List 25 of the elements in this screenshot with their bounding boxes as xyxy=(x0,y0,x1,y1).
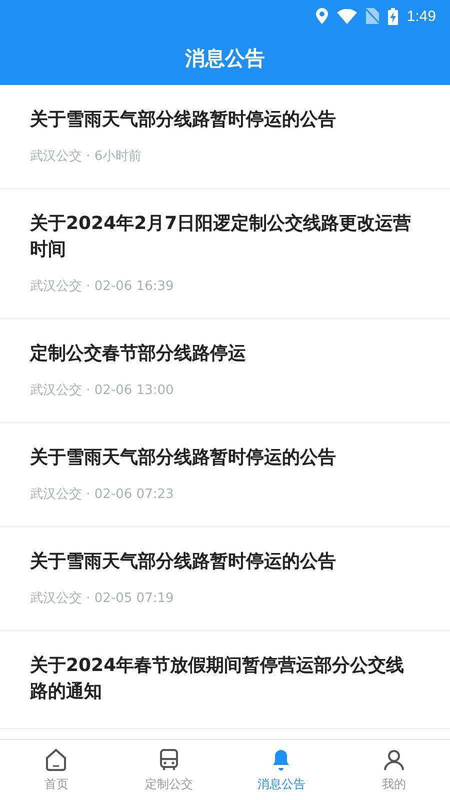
home-icon xyxy=(44,748,68,772)
notice-meta: 武汉公交 · 02-06 16:39 xyxy=(30,278,175,295)
no-sim-icon xyxy=(366,8,379,24)
notice-title: 关于雪雨天气部分线路暂时停运的公告 xyxy=(30,446,337,470)
wifi-icon xyxy=(336,8,357,24)
notice-meta: 武汉公交 · 02-05 07:19 xyxy=(30,590,175,607)
location-icon xyxy=(316,8,328,24)
notice-item[interactable]: 关于雪雨天气部分线路暂时停运的公告 武汉公交 · 02-05 07:19 xyxy=(0,527,450,631)
notice-meta: 武汉公交 · 6小时前 xyxy=(30,148,143,165)
notice-title: 关于2024年2月7日阳逻定制公交线路更改运营时间 xyxy=(30,212,412,262)
user-icon xyxy=(382,748,406,772)
clock-time: 1:49 xyxy=(406,8,436,24)
notice-item[interactable]: 定制公交春节部分线路停运 武汉公交 · 02-06 13:00 xyxy=(0,319,450,423)
notice-meta: 武汉公交 · 02-06 07:23 xyxy=(30,486,175,503)
notice-item[interactable]: 关于雪雨天气部分线路暂时停运的公告 武汉公交 · 6小时前 xyxy=(0,85,450,189)
notice-meta: 武汉公交 · 02-06 13:00 xyxy=(30,382,175,399)
notice-item[interactable]: 关于2024年春节放假期间暂停营运部分公交线路的通知 xyxy=(0,631,450,729)
notice-title: 关于雪雨天气部分线路暂时停运的公告 xyxy=(30,550,337,574)
notice-title: 定制公交春节部分线路停运 xyxy=(30,342,247,366)
page-title: 消息公告 xyxy=(185,45,265,72)
notice-title: 关于2024年春节放假期间暂停营运部分公交线路的通知 xyxy=(30,654,406,704)
notice-item[interactable]: 关于2024年2月7日阳逻定制公交线路更改运营时间 武汉公交 · 02-06 16:39 xyxy=(0,189,450,319)
battery-icon xyxy=(388,8,398,24)
notice-item[interactable]: 关于雪雨天气部分线路暂时停运的公告 武汉公交 · 02-06 07:23 xyxy=(0,423,450,527)
notice-title: 关于雪雨天气部分线路暂时停运的公告 xyxy=(30,108,337,132)
